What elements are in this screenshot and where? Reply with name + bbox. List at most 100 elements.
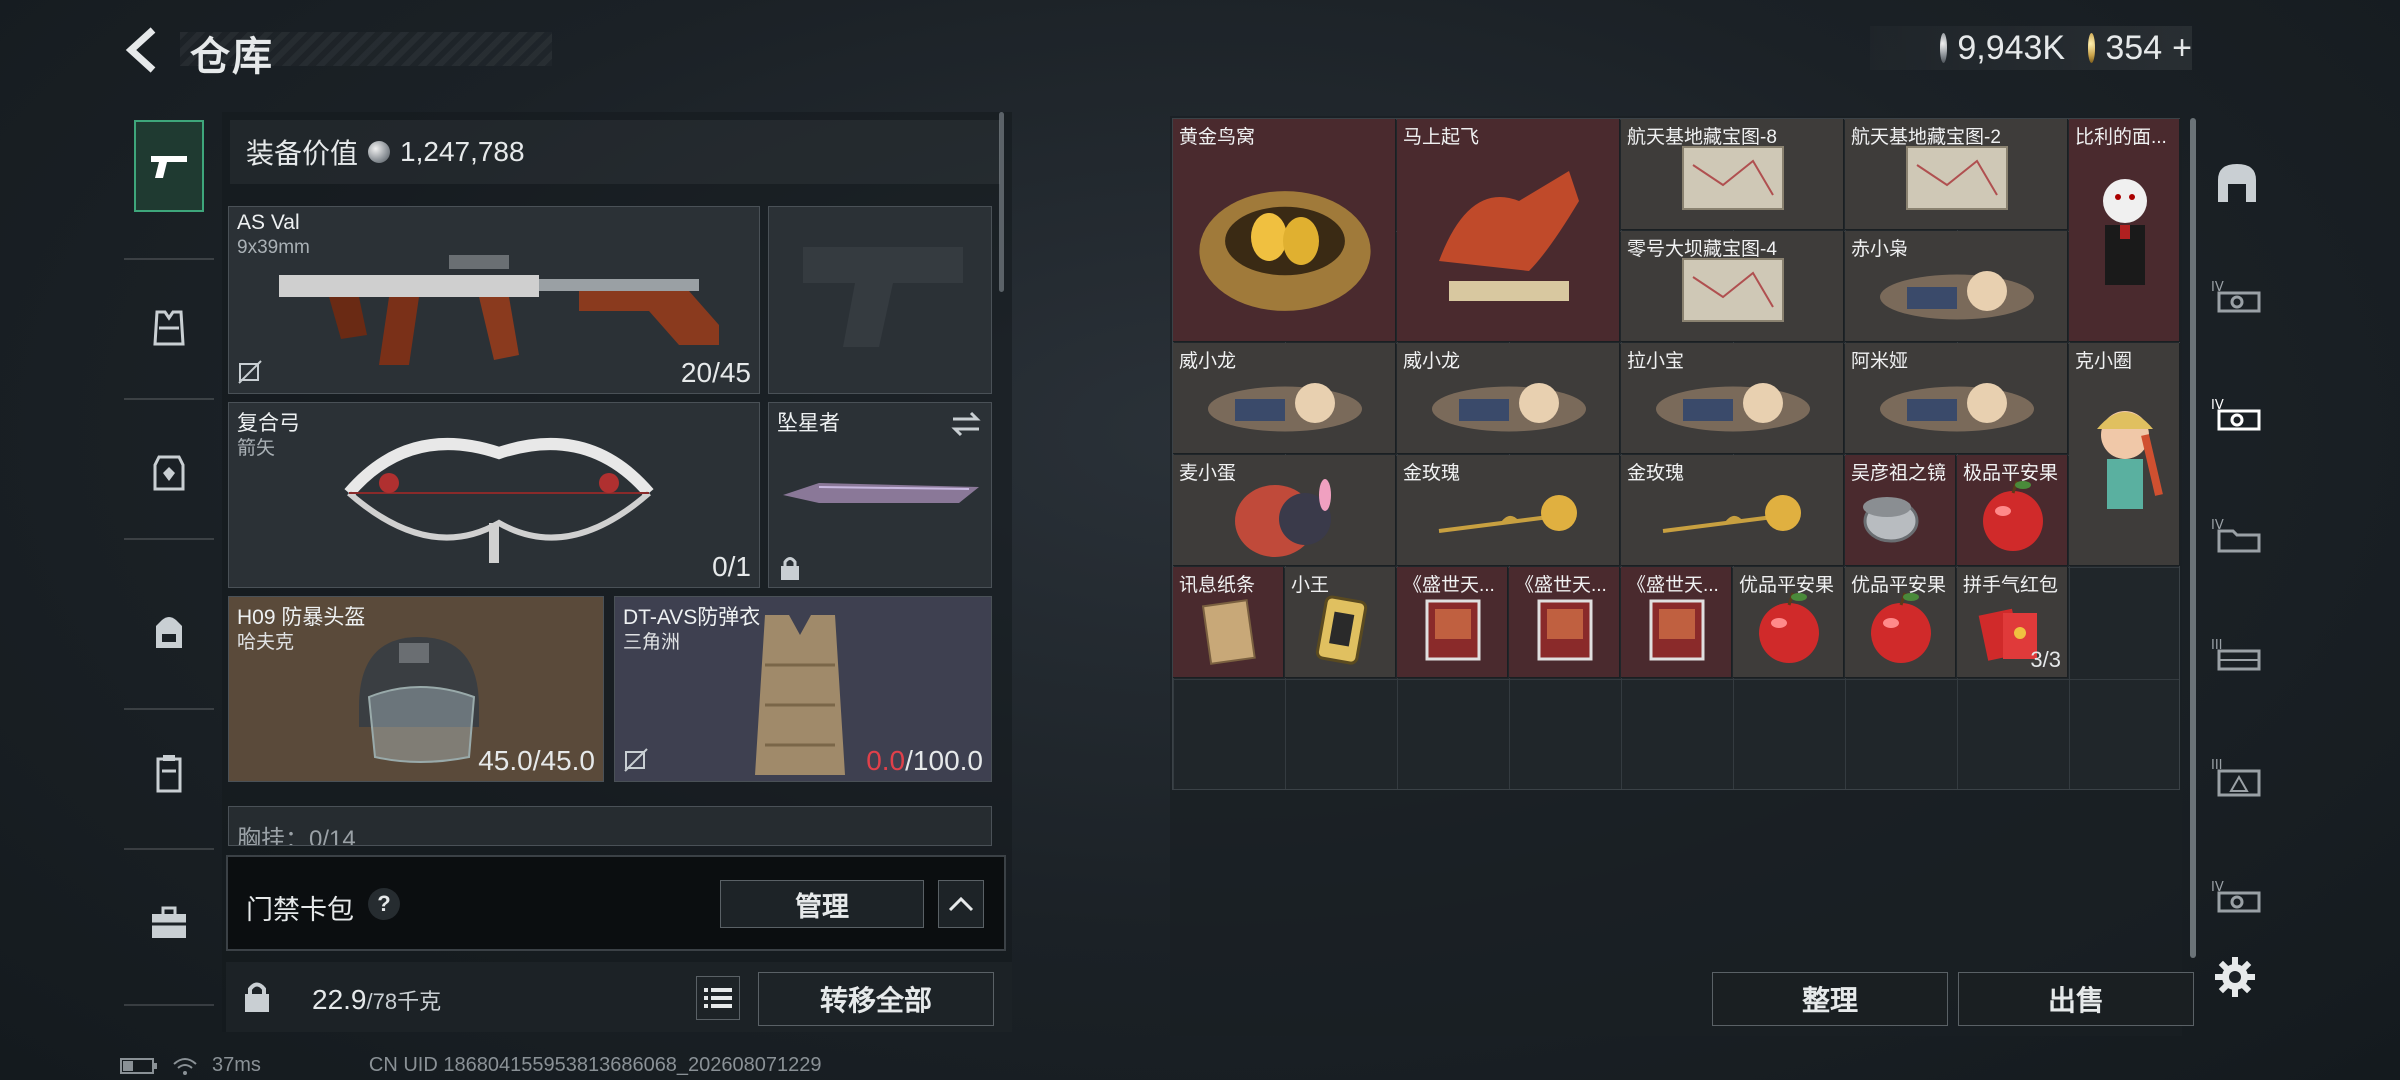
- card-pack-label: 门禁卡包: [246, 895, 354, 925]
- stash-item-label: 《盛世天...: [1515, 575, 1607, 596]
- stash-item[interactable]: 吴彦祖之镜: [1845, 455, 1956, 566]
- helmet-slot[interactable]: H09 防暴头盔 哈夫克 45.0/45.0: [228, 596, 604, 782]
- armor-slot[interactable]: DT-AVS防弹衣 三角洲 0.0/100.0: [614, 596, 992, 782]
- list-view-button[interactable]: [696, 976, 740, 1020]
- currency-add[interactable]: +: [2172, 29, 2192, 68]
- nav-pouch[interactable]: [134, 733, 204, 813]
- stash-item-label: 极品平安果: [1963, 463, 2059, 484]
- stash-item[interactable]: 《盛世天...: [1621, 567, 1732, 678]
- horse-statue-icon: [1439, 171, 1579, 301]
- stash-tab-3b[interactable]: III: [2204, 742, 2270, 812]
- stash-item-label: 《盛世天...: [1403, 575, 1495, 596]
- gun-icon: [151, 156, 187, 178]
- stash-tab-4c[interactable]: IV: [2204, 500, 2270, 570]
- stash-tab-4d[interactable]: IV: [2204, 862, 2270, 932]
- stash-item[interactable]: 马上起飞: [1397, 119, 1620, 342]
- stash-item-label: 马上起飞: [1403, 127, 1480, 148]
- stash-tab-3a[interactable]: III: [2204, 620, 2270, 690]
- stash-item[interactable]: 《盛世天...: [1397, 567, 1508, 678]
- page-title: 仓库: [190, 35, 274, 79]
- billy-puppet-icon: [2103, 179, 2147, 285]
- stash-tab-main[interactable]: [2204, 148, 2270, 218]
- stash-item[interactable]: 小王: [1285, 567, 1396, 678]
- sell-button[interactable]: 出售: [1958, 972, 2194, 1026]
- manage-button[interactable]: 管理: [720, 880, 924, 928]
- stash-scrollbar[interactable]: [2190, 118, 2196, 958]
- melee-slot[interactable]: 坠星者: [768, 402, 992, 588]
- stash-item[interactable]: 麦小蛋: [1173, 455, 1396, 566]
- stash-item[interactable]: 讯息纸条: [1173, 567, 1284, 678]
- help-icon[interactable]: ?: [368, 888, 400, 920]
- stash-tab-4a[interactable]: IV: [2204, 262, 2270, 332]
- armor-brand: 三角洲: [623, 632, 681, 653]
- case-icon: [152, 906, 186, 938]
- vest-icon: [153, 310, 185, 346]
- transfer-all-button[interactable]: 转移全部: [758, 972, 994, 1026]
- stash-item[interactable]: 威小龙: [1397, 343, 1620, 454]
- wifi-icon: [173, 1057, 197, 1075]
- nav-armor[interactable]: [134, 433, 204, 513]
- currency-secondary: 354: [2105, 28, 2163, 67]
- nav-vest[interactable]: [134, 288, 204, 368]
- stash-item[interactable]: 拉小宝: [1621, 343, 1844, 454]
- back-arrow-icon: [125, 27, 156, 73]
- stash-item-label: 拼手气红包: [1963, 575, 2059, 596]
- stash-item-label: 比利的面...: [2075, 127, 2167, 148]
- bow-slot[interactable]: 复合弓 箭矢 0/1: [228, 402, 760, 588]
- coin-icon: [368, 141, 391, 163]
- stash-item[interactable]: 优品平安果: [1845, 567, 1956, 678]
- stash-item-label: 威小龙: [1403, 351, 1461, 372]
- secondary-weapon-slot[interactable]: [768, 206, 992, 394]
- stash-item-label: 航天基地藏宝图-8: [1627, 127, 1777, 148]
- bow-ammo: 箭矢: [237, 438, 276, 459]
- riot-helmet-icon: [359, 637, 479, 763]
- currency-bar: 9,943K 354 +: [1870, 26, 2192, 70]
- stash-tier-3-icon: III: [2211, 638, 2261, 671]
- stash-tier-4-active-icon: IV: [2211, 398, 2261, 431]
- back-button[interactable]: [118, 22, 168, 78]
- chest-rig-label: 胸挂：0/14: [237, 826, 356, 846]
- stash-item[interactable]: 威小龙: [1173, 343, 1396, 454]
- settings-button[interactable]: [2210, 952, 2260, 1002]
- stash-item[interactable]: 黄金鸟窝: [1173, 119, 1396, 342]
- pistol-placeholder-icon: [803, 247, 963, 347]
- equipment-value-label: 装备价值: [246, 138, 359, 169]
- stash-item[interactable]: 航天基地藏宝图-2: [1845, 119, 2068, 230]
- stash-tab-4b-active[interactable]: IV: [2204, 380, 2270, 450]
- uid-readout: CN UID 1868041559538136860​68_2026080712…: [368, 1054, 822, 1076]
- stash-item-label: 优品平安果: [1851, 575, 1947, 596]
- stash-item-label: 优品平安果: [1739, 575, 1835, 596]
- stash-item[interactable]: 《盛世天...: [1509, 567, 1620, 678]
- primary-weapon-slot[interactable]: AS Val 9x39mm 20/45: [228, 206, 760, 394]
- stash-item-label: 讯息纸条: [1179, 575, 1256, 596]
- stash-item[interactable]: 航天基地藏宝图-8: [1621, 119, 1844, 230]
- backpack-lock-button[interactable]: [236, 974, 278, 1020]
- stash-item[interactable]: 比利的面...: [2069, 119, 2180, 342]
- status-bar: 37ms CN UID 1868041559538136860​68_20260…: [120, 1054, 822, 1077]
- stash-item[interactable]: 金玫瑰: [1397, 455, 1620, 566]
- stash-item-label: 黄金鸟窝: [1179, 127, 1256, 148]
- stash-item-label: 威小龙: [1179, 351, 1237, 372]
- nav-backpack[interactable]: [134, 593, 204, 673]
- nav-weapons[interactable]: [134, 120, 204, 212]
- stash-item[interactable]: 金玫瑰: [1621, 455, 1844, 566]
- nav-case[interactable]: [134, 883, 204, 963]
- chest-rig-slot[interactable]: 胸挂：0/14: [228, 806, 992, 846]
- lock-icon: [245, 982, 269, 1012]
- melee-blade-icon: [783, 483, 979, 503]
- weapon-ammo-count: 20/45: [680, 357, 751, 388]
- equipment-nav: [124, 108, 214, 1008]
- stash-item[interactable]: 克小圈: [2069, 343, 2180, 566]
- lock-icon: [781, 557, 799, 580]
- collapse-button[interactable]: [938, 880, 984, 928]
- stash-item[interactable]: 零号大坝藏宝图-4: [1621, 231, 1844, 342]
- coin-icon: [1940, 33, 1948, 63]
- armor-vest-icon: [755, 615, 845, 775]
- organize-button[interactable]: 整理: [1712, 972, 1948, 1026]
- stash-item[interactable]: 优品平安果: [1733, 567, 1844, 678]
- stash-item[interactable]: 赤小枭: [1845, 231, 2068, 342]
- swap-icon[interactable]: [949, 411, 983, 437]
- stash-item[interactable]: 极品平安果: [1957, 455, 2068, 566]
- stash-item[interactable]: 阿米娅: [1845, 343, 2068, 454]
- stash-item[interactable]: 拼手气红包 3/3: [1957, 567, 2068, 678]
